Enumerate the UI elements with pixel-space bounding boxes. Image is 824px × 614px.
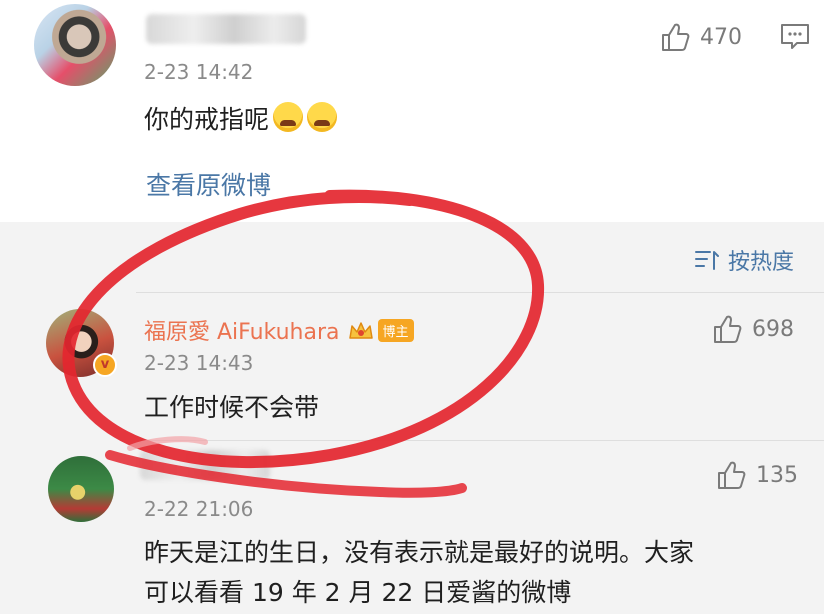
crown-icon [348, 322, 373, 339]
view-original-link[interactable]: 查看原微博 [146, 166, 271, 202]
divider [136, 292, 824, 293]
divider [136, 440, 824, 441]
like-button[interactable]: 470 [660, 22, 742, 52]
like-count: 698 [752, 316, 794, 342]
author-badge: 博主 [377, 319, 414, 342]
sort-label: 按热度 [728, 250, 795, 275]
verified-badge: v [93, 353, 117, 377]
comment-text: 工作时候不会带 [144, 393, 320, 422]
avatar[interactable] [48, 456, 114, 522]
comment-text-line: 可以看看 19 年 2 月 22 日爱酱的微博 [144, 578, 572, 607]
comment-text-content: 你的戒指呢 [144, 105, 270, 134]
reply-button[interactable] [780, 22, 810, 56]
thumbs-up-icon [662, 23, 690, 51]
like-button[interactable]: 698 [712, 314, 794, 344]
sort-icon [695, 251, 719, 270]
comment-text-line: 昨天是江的生日，没有表示就是最好的说明。大家 [144, 538, 695, 567]
commenter-name-text: 福原愛 AiFukuhara [144, 320, 340, 345]
thumbs-up-icon [718, 461, 746, 489]
commenter-name[interactable]: 福原愛 AiFukuhara 博主 [144, 314, 414, 346]
blurred-username[interactable] [146, 14, 306, 44]
comment-time: 2-22 21:06 [144, 497, 254, 521]
like-count: 470 [700, 24, 742, 50]
blurred-username[interactable] [140, 450, 270, 480]
like-button[interactable]: 135 [716, 460, 798, 490]
comment-text: 你的戒指呢 [144, 100, 338, 136]
sort-by-hot-button[interactable]: 按热度 [694, 244, 794, 276]
avatar[interactable] [34, 4, 116, 86]
comment-time: 2-23 14:42 [144, 60, 254, 84]
comment-icon [781, 24, 809, 49]
crying-emoji-icon [307, 102, 338, 132]
thumbs-up-icon [714, 315, 742, 343]
comment-time: 2-23 14:43 [144, 351, 254, 375]
crying-emoji-icon [273, 102, 304, 132]
like-count: 135 [756, 462, 798, 488]
